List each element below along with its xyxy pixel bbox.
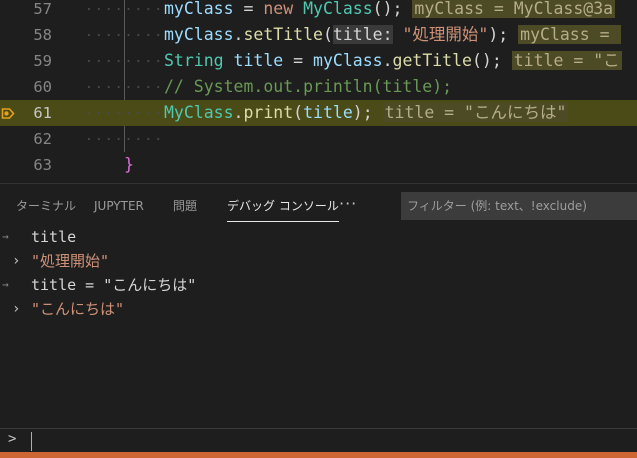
code-token: ( [322, 25, 333, 44]
panel-tabs: ターミナル JUPYTER 問題 デバッグ コンソール ··· [0, 184, 637, 228]
breakpoint-arrow-icon[interactable] [1, 107, 15, 120]
text-cursor [31, 432, 32, 451]
tab-terminal[interactable]: ターミナル [16, 184, 76, 228]
input-arrow-icon: → [2, 230, 9, 243]
editor-line[interactable]: 60 // System.out.println(title); [0, 74, 637, 100]
code-text: myClass.setTitle(title: "処理開始"); myClass… [164, 22, 622, 48]
console-text: title = "こんにちは" [31, 276, 197, 294]
code-text: String title = myClass.getTitle(); title… [164, 48, 622, 74]
expand-chevron-icon[interactable]: › [12, 297, 24, 321]
code-token: ); [488, 25, 519, 44]
console-line: → title [0, 225, 637, 249]
line-number[interactable]: 59 [0, 48, 52, 74]
code-token: myClass [164, 25, 234, 44]
line-number[interactable]: 63 [0, 152, 52, 178]
whitespace-dots [84, 8, 164, 10]
whitespace-dots [84, 112, 164, 114]
closing-brace: } [124, 155, 134, 174]
whitespace-dots [84, 138, 164, 140]
code-text: myClass = new MyClass(); myClass = MyCla… [164, 0, 616, 22]
code-editor[interactable]: 57 myClass = new MyClass(); myClass = MyC… [0, 0, 637, 183]
tab-problems[interactable]: 問題 [173, 184, 197, 228]
code-token: MyClass [303, 0, 373, 18]
line-number[interactable]: 57 [0, 0, 52, 22]
chevron-right-icon: > [8, 431, 17, 447]
editor-line[interactable]: 58 myClass.setTitle(title: "処理開始"); myCla… [0, 22, 637, 48]
code-token: . [233, 25, 244, 44]
console-line[interactable]: › "処理開始" [0, 249, 637, 273]
whitespace-dots [84, 34, 164, 36]
code-token: = [283, 51, 314, 70]
inline-value-hint: title = "こんにちは" [382, 103, 569, 122]
status-bar [0, 452, 637, 458]
console-line: → title = "こんにちは" [0, 273, 637, 297]
console-text: "処理開始" [31, 252, 110, 270]
more-actions-icon[interactable]: ··· [339, 184, 357, 228]
code-token: myClass [313, 51, 383, 70]
code-token: title [303, 103, 353, 122]
code-token: // System.out.println(title); [164, 77, 453, 96]
code-token: . [233, 103, 244, 122]
editor-line[interactable]: 61 MyClass.print(title); title = "こんにちは" [0, 100, 637, 126]
console-text: title [31, 228, 77, 246]
code-token: myClass [164, 0, 234, 18]
editor-line[interactable]: 62 [0, 126, 637, 152]
tab-debug-console[interactable]: デバッグ コンソール [227, 184, 339, 228]
code-token: String [164, 51, 224, 70]
inline-value-hint: myClass = MyClass@3a [412, 0, 616, 18]
line-number[interactable]: 60 [0, 74, 52, 100]
code-text: // System.out.println(title); [164, 74, 452, 100]
code-text: } [124, 152, 134, 178]
code-token: ( [293, 103, 304, 122]
expand-chevron-icon[interactable]: › [12, 249, 24, 273]
filter-input[interactable] [401, 192, 637, 220]
code-token: "処理開始" [402, 25, 489, 44]
line-number[interactable]: 58 [0, 22, 52, 48]
code-token: setTitle [243, 25, 323, 44]
editor-line[interactable]: 59 String title = myClass.getTitle(); tit… [0, 48, 637, 74]
code-token: (); [372, 0, 413, 18]
line-number[interactable]: 62 [0, 126, 52, 152]
inline-value-hint: myClass = [518, 25, 622, 44]
console-text: "こんにちは" [31, 300, 125, 318]
bottom-panel: ターミナル JUPYTER 問題 デバッグ コンソール ··· → title … [0, 183, 637, 458]
debug-console-output: → title › "処理開始" → title = "こんにちは" › "こん… [0, 224, 637, 429]
whitespace-dots [84, 86, 164, 88]
code-token: = [233, 0, 264, 18]
whitespace-dots [84, 60, 164, 62]
repl-input[interactable]: > [0, 428, 637, 453]
editor-line[interactable]: 57 myClass = new MyClass(); myClass = MyC… [0, 0, 637, 22]
input-arrow-icon: → [2, 278, 9, 291]
inline-value-hint: title = "こ [511, 51, 622, 70]
code-token: ); [352, 103, 383, 122]
code-token: title [233, 51, 284, 70]
code-text: MyClass.print(title); title = "こんにちは" [164, 100, 569, 126]
code-token: title: [332, 25, 393, 44]
code-token: (); [472, 51, 512, 70]
code-token: getTitle [392, 51, 472, 70]
console-line[interactable]: › "こんにちは" [0, 297, 637, 321]
code-token: print [243, 103, 294, 122]
code-token: new [263, 0, 294, 18]
tab-jupyter[interactable]: JUPYTER [94, 184, 144, 228]
editor-line[interactable]: 63} [0, 152, 637, 178]
code-token: MyClass [164, 103, 234, 122]
code-token: . [382, 51, 393, 70]
